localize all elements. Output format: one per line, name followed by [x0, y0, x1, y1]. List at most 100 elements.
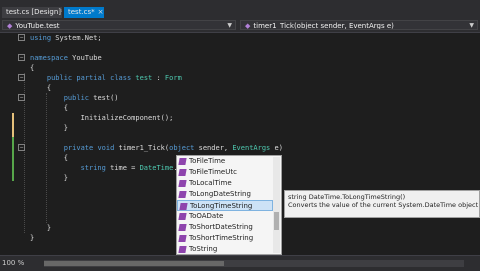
code-line[interactable]: string time = DateTime.Now. [30, 163, 196, 173]
code-token: void [97, 144, 115, 152]
collapse-icon[interactable]: − [18, 94, 25, 101]
type-dropdown-label: YouTube.test [15, 22, 60, 30]
code-token: } [30, 224, 52, 232]
intellisense-item-label: ToLongDateString [189, 190, 251, 198]
intellisense-scrollbar[interactable] [273, 157, 280, 253]
code-token: timer1_Tick( [114, 144, 170, 152]
member-dropdown[interactable]: ◆ timer1_Tick(object sender, EventArgs e)… [240, 20, 478, 30]
code-line[interactable]: } [30, 173, 68, 183]
code-line[interactable]: { [30, 103, 68, 113]
code-token: time = [105, 164, 140, 172]
code-line[interactable]: } [30, 223, 51, 233]
document-tabs: test.cs [Design]*× test.cs*× [0, 6, 480, 18]
code-line[interactable]: InitializeComponent(); [30, 113, 174, 123]
code-token: Form [164, 74, 182, 82]
code-token: string [80, 164, 106, 172]
method-icon [178, 191, 187, 198]
intellisense-item[interactable]: ToShortTimeString [177, 233, 273, 244]
code-token: partial [76, 74, 106, 82]
intellisense-item[interactable]: ToFileTimeUtc [177, 167, 273, 178]
method-icon [178, 224, 187, 231]
code-token: YouTube [67, 54, 102, 62]
intellisense-item-label: ToFileTime [189, 157, 226, 165]
code-token: { [30, 104, 68, 112]
intellisense-item-label: ToShortTimeString [189, 234, 254, 242]
method-icon [178, 158, 187, 165]
close-icon[interactable]: × [98, 8, 104, 16]
collapse-icon[interactable]: − [18, 74, 25, 81]
intellisense-item[interactable]: ToFileTime [177, 156, 273, 167]
intellisense-item[interactable]: ToLocalTime [177, 178, 273, 189]
code-token: class [110, 74, 132, 82]
method-icon [179, 203, 188, 210]
code-token: sender, [194, 144, 233, 152]
code-token: e) [270, 144, 283, 152]
scrollbar-thumb[interactable] [274, 212, 279, 230]
tooltip-signature: string DateTime.ToLongTimeString() [288, 193, 406, 201]
editor-status-bar: 100 % [0, 255, 480, 271]
chevron-down-icon: ▼ [469, 22, 474, 29]
method-icon: ◆ [245, 22, 251, 30]
tab-label: test.cs [Design]* [6, 8, 62, 16]
code-line[interactable]: using System.Net; [30, 33, 102, 43]
scrollbar-thumb[interactable] [44, 261, 224, 266]
intellisense-list[interactable]: ToFileTime ToFileTimeUtc ToLocalTime ToLong… [176, 155, 282, 255]
quickinfo-tooltip: string DateTime.ToLongTimeString() Conve… [284, 190, 480, 218]
intellisense-item-label: ToFileTimeUtc [189, 168, 237, 176]
tab-test-design[interactable]: test.cs [Design]*× [2, 7, 62, 18]
chevron-down-icon: ▼ [227, 22, 232, 29]
code-line[interactable]: public partial class test : Form [30, 73, 182, 83]
code-token: using [30, 34, 52, 42]
intellisense-item[interactable]: ToLongTimeString [177, 200, 273, 211]
code-token: object [169, 144, 195, 152]
code-line[interactable]: { [30, 153, 68, 163]
intellisense-item[interactable]: ToString [177, 244, 273, 254]
code-token: public [46, 74, 73, 82]
code-token: private [63, 144, 94, 152]
intellisense-item[interactable]: ToOADate [177, 211, 273, 222]
collapse-icon[interactable]: − [18, 34, 25, 41]
code-line[interactable]: { [30, 83, 51, 93]
method-icon [178, 169, 187, 176]
method-icon [178, 180, 187, 187]
code-line[interactable]: { [30, 63, 34, 73]
intellisense-item[interactable]: ToShortDateString [177, 222, 273, 233]
editor-gutter [0, 33, 14, 255]
code-token: } [30, 234, 35, 242]
code-line[interactable]: } [30, 123, 68, 133]
code-token: System.Net; [51, 34, 102, 42]
method-icon [178, 235, 187, 242]
collapse-icon[interactable]: − [18, 144, 25, 151]
tooltip-description: Converts the value of the current System… [288, 201, 479, 209]
code-line[interactable]: public test() [30, 93, 119, 103]
code-token: test() [89, 94, 119, 102]
code-token: } [30, 124, 68, 132]
code-token: { [30, 84, 52, 92]
type-dropdown[interactable]: ◆ YouTube.test ▼ [2, 20, 236, 30]
navigation-bar: ◆ YouTube.test ▼ ◆ timer1_Tick(object send… [0, 18, 480, 33]
code-token: InitializeComponent(); [30, 114, 174, 122]
code-token: test [135, 74, 153, 82]
code-line[interactable]: } [30, 233, 34, 243]
intellisense-item[interactable]: ToLongDateString [177, 189, 273, 200]
code-token: public [63, 94, 90, 102]
code-line[interactable]: namespace YouTube [30, 53, 102, 63]
method-icon [178, 213, 187, 220]
horizontal-scrollbar[interactable] [44, 260, 464, 267]
code-line[interactable]: private void timer1_Tick(object sender, … [30, 143, 283, 153]
code-token: namespace [30, 54, 68, 62]
tab-test-cs[interactable]: test.cs* × [64, 7, 104, 18]
code-token: EventArgs [232, 144, 271, 152]
collapse-icon[interactable]: − [18, 54, 25, 61]
tab-label: test.cs* [68, 8, 95, 16]
code-token: { [30, 64, 35, 72]
change-marker [12, 137, 14, 181]
method-icon [178, 246, 187, 253]
intellisense-item-label: ToString [189, 245, 218, 253]
zoom-level[interactable]: 100 % [2, 258, 24, 269]
code-token: { [30, 154, 68, 162]
